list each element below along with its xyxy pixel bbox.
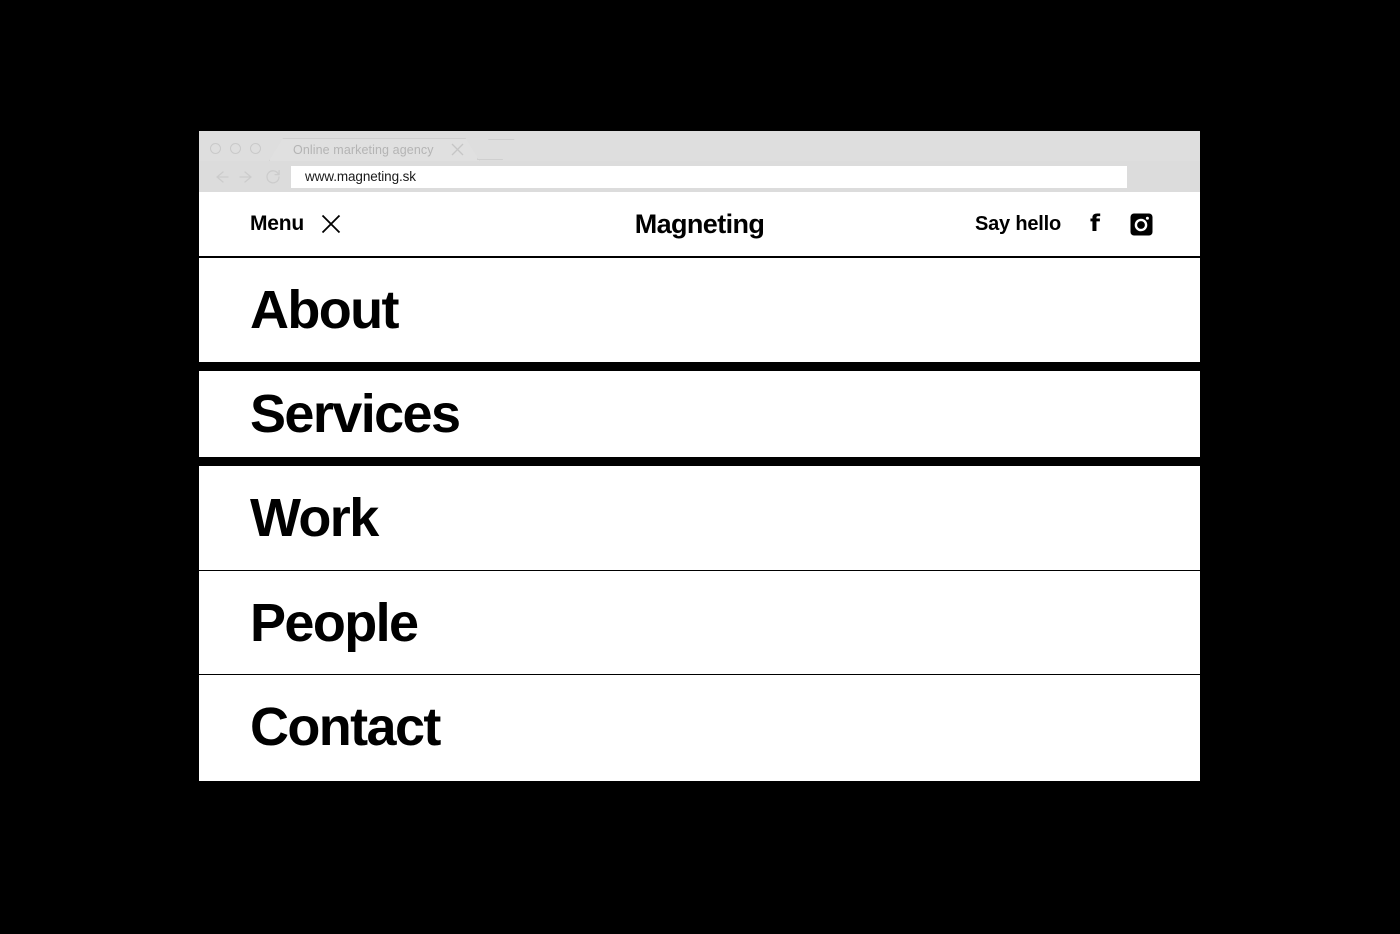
back-arrow-icon[interactable]: [208, 165, 234, 189]
close-tab-icon[interactable]: [448, 140, 468, 160]
reload-icon[interactable]: [260, 165, 286, 189]
browser-nav-bar: www.magneting.sk: [199, 161, 1200, 192]
menu-item-label: Contact: [250, 696, 441, 757]
site-header: Menu Magneting Say hello f: [199, 192, 1200, 258]
url-bar[interactable]: www.magneting.sk: [291, 165, 1127, 188]
menu-item-label: People: [250, 592, 419, 653]
menu-item-label: About: [250, 280, 400, 340]
minimize-window-button[interactable]: [230, 143, 241, 154]
close-window-button[interactable]: [210, 143, 221, 154]
browser-tab-bar: Online marketing agency: [199, 131, 1200, 161]
url-text: www.magneting.sk: [305, 169, 416, 184]
new-tab-icon[interactable]: [477, 139, 515, 160]
menu-item-label: Services: [250, 384, 461, 444]
browser-tab-title: Online marketing agency: [293, 142, 434, 157]
header-actions: Say hello f: [975, 212, 1153, 236]
window-controls: [199, 143, 271, 161]
page-viewport: Menu Magneting Say hello f About Service…: [199, 192, 1200, 781]
menu-item-about[interactable]: About: [199, 258, 1200, 362]
browser-tab[interactable]: Online marketing agency: [269, 138, 478, 161]
facebook-glyph: f: [1089, 210, 1100, 237]
menu-item-people[interactable]: People: [199, 570, 1200, 674]
instagram-icon[interactable]: [1129, 212, 1153, 236]
menu-item-label: Work: [250, 488, 379, 548]
browser-window: Online marketing agency www.magneting.sk…: [199, 131, 1200, 781]
say-hello-link[interactable]: Say hello: [975, 213, 1061, 236]
menu-item-services[interactable]: Services: [199, 362, 1200, 466]
facebook-icon[interactable]: f: [1083, 212, 1107, 236]
main-menu: About Services Work People Contact: [199, 258, 1200, 778]
menu-item-work[interactable]: Work: [199, 466, 1200, 570]
menu-item-contact[interactable]: Contact: [199, 674, 1200, 778]
forward-arrow-icon[interactable]: [234, 165, 260, 189]
screen: Online marketing agency www.magneting.sk…: [0, 0, 1400, 934]
maximize-window-button[interactable]: [250, 143, 261, 154]
